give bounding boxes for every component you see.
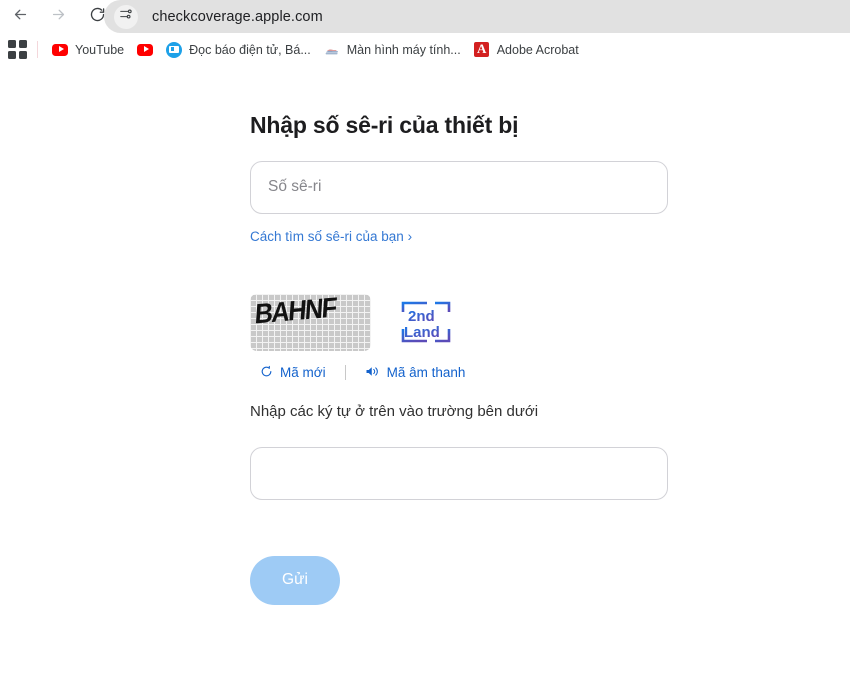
new-code-label: Mã mới: [280, 365, 326, 381]
find-serial-link[interactable]: Cách tìm số sê-ri của bạn ›: [250, 229, 412, 244]
audio-code-button[interactable]: Mã âm thanh: [365, 365, 466, 381]
serial-number-input[interactable]: [250, 160, 668, 214]
bookmark-doc-bao[interactable]: Đọc báo điện tử, Bá...: [161, 38, 316, 62]
new-code-button[interactable]: Mã mới: [260, 365, 326, 381]
back-button[interactable]: [6, 3, 34, 31]
bookmarks-divider: [37, 41, 38, 58]
adobe-acrobat-icon: A: [474, 41, 490, 58]
youtube-icon: [137, 42, 154, 58]
forward-button[interactable]: [44, 3, 72, 31]
apps-grid-icon[interactable]: [8, 39, 28, 60]
bookmark-youtube[interactable]: YouTube: [47, 38, 129, 62]
bookmark-label: YouTube: [75, 42, 125, 57]
news-icon: [166, 41, 183, 58]
speaker-icon: [365, 365, 380, 381]
2nd-land-logo: 2nd Land: [397, 299, 455, 345]
adobe-acrobat-glyph: A: [477, 41, 487, 56]
refresh-icon: [260, 365, 273, 381]
2nd-land-logo-line1: 2nd: [408, 308, 435, 325]
page-title: Nhập số sê-ri của thiết bị: [250, 112, 519, 138]
audio-code-label: Mã âm thanh: [386, 365, 466, 381]
arrow-left-icon: [12, 6, 29, 28]
address-bar-text: checkcoverage.apple.com: [152, 8, 323, 25]
captcha-image: BAHNF: [250, 293, 371, 351]
bookmark-adobe-acrobat[interactable]: A Adobe Acrobat: [469, 38, 584, 62]
form-container: Nhập số sê-ri của thiết bị Cách tìm số s…: [250, 66, 670, 605]
captcha-row: BAHNF 2nd Land: [250, 293, 670, 351]
bookmark-label: Adobe Acrobat: [496, 42, 579, 57]
captcha-controls: Mã mới Mã âm thanh: [250, 365, 670, 381]
desktop-icon: [324, 42, 340, 58]
page-content: Nhập số sê-ri của thiết bị Cách tìm số s…: [0, 66, 850, 697]
youtube-icon: [52, 42, 68, 58]
captcha-instruction: Nhập các ký tự ở trên vào trường bên dướ…: [250, 402, 539, 420]
bookmarks-bar: YouTube Đọc báo điện tử, Bá... Màn hình …: [0, 33, 850, 66]
captcha-answer-input[interactable]: [250, 446, 668, 500]
bookmark-label: Đọc báo điện tử, Bá...: [189, 42, 311, 57]
browser-toolbar: checkcoverage.apple.com: [0, 0, 850, 33]
site-settings-button[interactable]: [114, 4, 138, 29]
reload-icon: [89, 6, 106, 28]
bookmark-label: Màn hình máy tính...: [346, 42, 461, 57]
bookmark-man-hinh-may-tinh[interactable]: Màn hình máy tính...: [319, 38, 466, 62]
apps-grid-cell: [8, 39, 16, 48]
tune-sliders-icon: [119, 7, 133, 26]
bookmark-youtube-icon-only[interactable]: [132, 38, 158, 62]
apps-grid-cell: [19, 50, 27, 59]
2nd-land-logo-line2: Land: [404, 324, 440, 341]
submit-button[interactable]: Gửi: [250, 555, 340, 605]
captcha-challenge-text: BAHNF: [253, 293, 337, 330]
arrow-right-icon: [50, 6, 67, 28]
address-bar[interactable]: checkcoverage.apple.com: [104, 0, 850, 33]
apps-grid-cell: [19, 39, 27, 48]
captcha-controls-divider: [344, 365, 346, 381]
apps-grid-cell: [8, 50, 16, 59]
